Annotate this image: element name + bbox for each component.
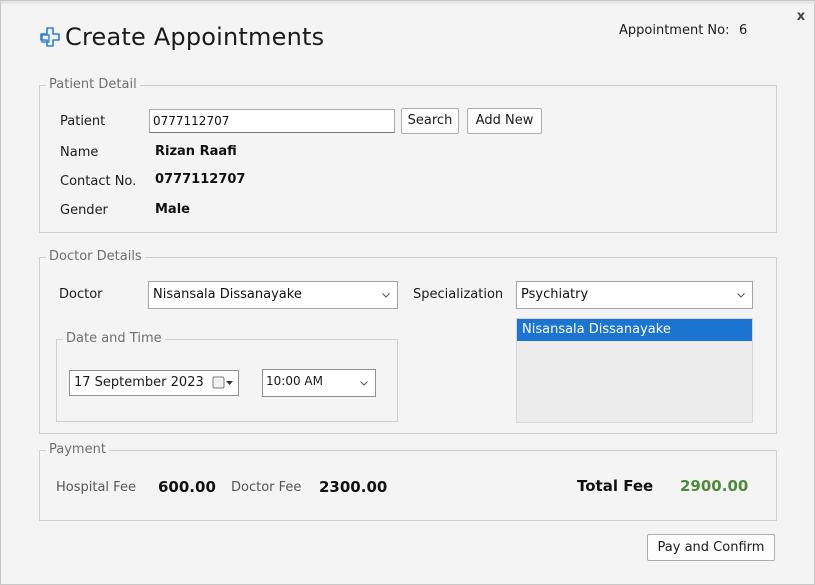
time-value: 10:00 AM	[266, 374, 323, 388]
gender-value: Male	[155, 202, 190, 217]
patient-detail-legend: Patient Detail	[46, 77, 140, 93]
close-icon[interactable]: x	[797, 9, 805, 24]
gender-label: Gender	[60, 203, 108, 218]
medical-cross-icon	[40, 27, 60, 47]
calendar-icon[interactable]	[212, 376, 234, 390]
doctor-fee-label: Doctor Fee	[231, 480, 302, 495]
search-button[interactable]: Search	[401, 108, 459, 134]
window-top-strip	[1, 1, 815, 4]
payment-group: Payment Hospital Fee 600.00 Doctor Fee 2…	[39, 442, 777, 521]
hospital-fee-label: Hospital Fee	[56, 480, 136, 495]
date-time-group: Date and Time 17 September 2023 10:00 AM	[56, 331, 398, 422]
payment-legend: Payment	[46, 442, 109, 458]
pay-and-confirm-button[interactable]: Pay and Confirm	[647, 534, 775, 561]
date-picker[interactable]: 17 September 2023	[69, 370, 239, 396]
patient-input[interactable]: 0777112707	[149, 109, 395, 133]
doctor-fee-value: 2300.00	[319, 478, 388, 496]
list-item[interactable]: Nisansala Dissanayake	[517, 319, 752, 341]
chevron-down-icon	[737, 293, 745, 298]
close-button[interactable]: x	[794, 9, 808, 25]
hospital-fee-value: 600.00	[158, 478, 216, 496]
chevron-down-icon	[382, 293, 390, 298]
doctor-listbox[interactable]: Nisansala Dissanayake	[516, 318, 753, 423]
name-label: Name	[60, 145, 99, 160]
contact-label: Contact No.	[60, 174, 137, 189]
doctor-dropdown[interactable]: Nisansala Dissanayake	[148, 281, 398, 309]
page-header: Create Appointments	[39, 23, 324, 51]
appointment-window: x Create Appointments Appointment No: 6 …	[0, 0, 815, 585]
specialization-label: Specialization	[413, 287, 504, 302]
chevron-down-icon	[360, 381, 368, 386]
page-title: Create Appointments	[65, 23, 325, 51]
specialization-dropdown-value: Psychiatry	[521, 287, 589, 302]
specialization-dropdown[interactable]: Psychiatry	[516, 281, 753, 309]
time-picker[interactable]: 10:00 AM	[262, 369, 376, 397]
total-fee-label: Total Fee	[577, 477, 654, 495]
appointment-number-value: 6	[739, 23, 748, 38]
doctor-label: Doctor	[59, 287, 103, 302]
date-time-legend: Date and Time	[63, 331, 165, 347]
patient-label: Patient	[60, 114, 106, 129]
doctor-dropdown-value: Nisansala Dissanayake	[153, 287, 302, 302]
appointment-number: Appointment No: 6	[619, 23, 747, 38]
name-value: Rizan Raafi	[155, 144, 237, 159]
doctor-details-legend: Doctor Details	[46, 249, 145, 265]
doctor-details-group: Doctor Details Doctor Nisansala Dissanay…	[39, 249, 777, 434]
add-new-button[interactable]: Add New	[467, 108, 542, 134]
date-value: 17 September 2023	[74, 375, 204, 390]
patient-detail-group: Patient Detail Patient 0777112707 Search…	[39, 77, 777, 233]
total-fee-value: 2900.00	[680, 477, 749, 495]
appointment-number-label: Appointment No:	[619, 23, 730, 38]
contact-value: 0777112707	[155, 172, 246, 187]
